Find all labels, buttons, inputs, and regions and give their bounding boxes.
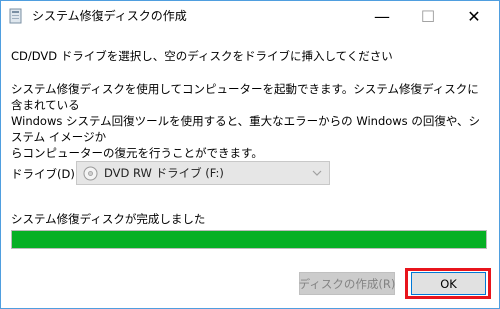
progress-bar-fill <box>12 231 486 248</box>
close-button[interactable]: ✕ <box>451 1 497 31</box>
disc-icon <box>83 166 98 180</box>
title-bar[interactable]: システム修復ディスクの作成 — ☐ ✕ <box>1 1 499 31</box>
ok-button[interactable]: OK <box>411 272 486 295</box>
status-text: システム修復ディスクが完成しました <box>11 212 206 226</box>
disc-app-icon <box>9 8 22 24</box>
dialog-window: システム修復ディスクの作成 — ☐ ✕ CD/DVD ドライブを選択し、空のディ… <box>0 0 500 309</box>
drive-select-value: DVD RW ドライブ (F:) <box>104 166 224 180</box>
drive-label: ドライブ(D): <box>11 167 79 181</box>
drive-select[interactable]: DVD RW ドライブ (F:) <box>76 161 330 185</box>
minimize-button[interactable]: — <box>359 1 405 31</box>
chevron-down-icon <box>312 170 322 176</box>
window-title: システム修復ディスクの作成 <box>32 9 187 23</box>
description-text: システム修復ディスクを使用してコンピューターを起動できます。システム修復ディスク… <box>11 82 480 160</box>
maximize-button[interactable]: ☐ <box>405 1 451 31</box>
instruction-heading: CD/DVD ドライブを選択し、空のディスクをドライブに挿入してください <box>11 49 393 63</box>
progress-bar <box>11 230 487 249</box>
create-disc-button[interactable]: ディスクの作成(R) <box>299 272 395 295</box>
